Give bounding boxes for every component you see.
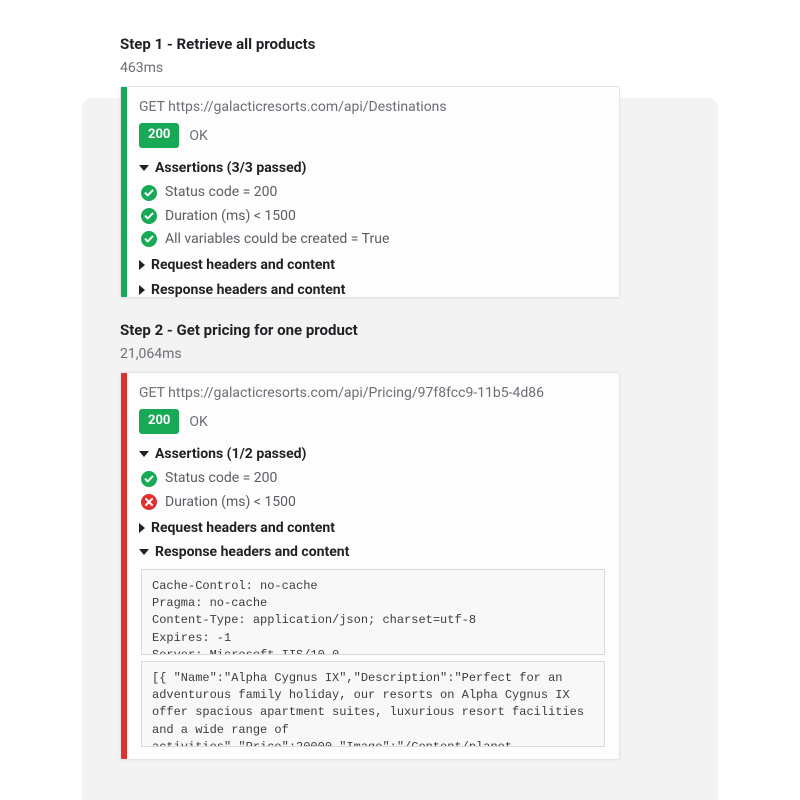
assertion-item: All variables could be created = True (141, 229, 605, 249)
assertion-text: Status code = 200 (165, 182, 277, 202)
assertions-list: Status code = 200 Duration (ms) < 1500 (141, 468, 605, 512)
assertions-toggle[interactable]: Assertions (1/2 passed) (139, 444, 605, 464)
status-stripe-pass (121, 87, 127, 297)
assertion-item: Status code = 200 (141, 468, 605, 488)
response-headers-box[interactable]: Cache-Control: no-cache Pragma: no-cache… (141, 569, 605, 655)
request-line: GET https://galacticresorts.com/api/Pric… (139, 383, 605, 403)
step2-duration: 21,064ms (120, 344, 182, 364)
response-section-toggle[interactable]: Response headers and content (139, 280, 605, 298)
check-circle-icon (141, 471, 157, 487)
response-body-box[interactable]: [{ "Name":"Alpha Cygnus IX","Description… (141, 661, 605, 747)
assertion-item: Duration (ms) < 1500 (141, 206, 605, 226)
check-circle-icon (141, 208, 157, 224)
request-section-toggle[interactable]: Request headers and content (139, 255, 605, 275)
check-circle-icon (141, 231, 157, 247)
assertion-text: All variables could be created = True (165, 229, 389, 249)
response-section-label: Response headers and content (155, 542, 349, 562)
step2-title: Step 2 - Get pricing for one product (120, 320, 358, 342)
status-code-badge: 200 (139, 409, 179, 434)
assertion-text: Status code = 200 (165, 468, 277, 488)
request-section-toggle[interactable]: Request headers and content (139, 518, 605, 538)
assertion-item: Status code = 200 (141, 182, 605, 202)
assertions-header: Assertions (1/2 passed) (155, 444, 306, 464)
status-code-badge: 200 (139, 123, 179, 148)
chevron-right-icon (139, 523, 145, 533)
assertion-text: Duration (ms) < 1500 (165, 492, 296, 512)
assertions-header: Assertions (3/3 passed) (155, 158, 306, 178)
step2-card: GET https://galacticresorts.com/api/Pric… (120, 372, 620, 760)
response-section-label: Response headers and content (151, 280, 345, 298)
check-circle-icon (141, 185, 157, 201)
chevron-down-icon (139, 165, 149, 171)
chevron-right-icon (139, 260, 145, 270)
request-section-label: Request headers and content (151, 255, 335, 275)
assertions-list: Status code = 200 Duration (ms) < 1500 All… (141, 182, 605, 249)
request-section-label: Request headers and content (151, 518, 335, 538)
chevron-down-icon (139, 549, 149, 555)
x-circle-icon (141, 494, 157, 510)
assertions-toggle[interactable]: Assertions (3/3 passed) (139, 158, 605, 178)
assertion-text: Duration (ms) < 1500 (165, 206, 296, 226)
step1-title: Step 1 - Retrieve all products (120, 34, 315, 56)
chevron-down-icon (139, 451, 149, 457)
chevron-right-icon (139, 285, 145, 295)
request-line: GET https://galacticresorts.com/api/Dest… (139, 97, 605, 117)
status-stripe-fail (121, 373, 127, 759)
assertion-item: Duration (ms) < 1500 (141, 492, 605, 512)
step1-duration: 463ms (120, 58, 163, 78)
status-text: OK (189, 412, 207, 432)
step1-card: GET https://galacticresorts.com/api/Dest… (120, 86, 620, 298)
response-section-toggle[interactable]: Response headers and content (139, 542, 605, 562)
status-text: OK (189, 126, 207, 146)
